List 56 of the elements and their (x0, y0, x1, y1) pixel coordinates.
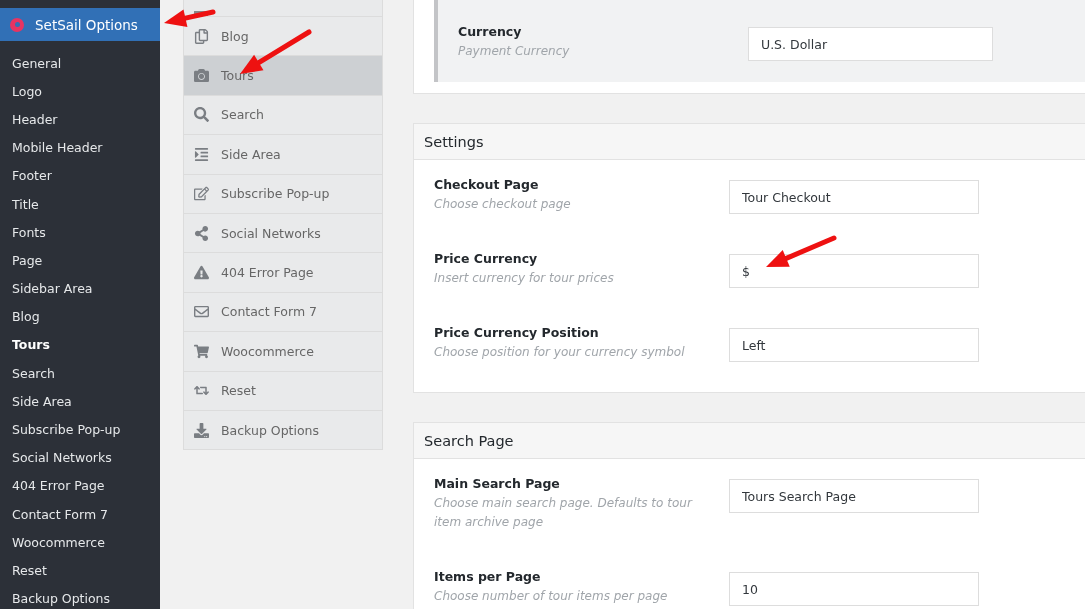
indent-icon (194, 146, 209, 162)
menu-item[interactable]: Backup Options (0, 584, 160, 609)
menu-item[interactable]: Side Area (0, 387, 160, 416)
menu-item[interactable]: Fonts (0, 218, 160, 247)
logo-icon (10, 17, 24, 32)
section-title: Search Page (414, 423, 1085, 459)
annotation-arrow (766, 235, 837, 267)
menu-header[interactable]: SetSail Options (0, 8, 160, 41)
menu-title: SetSail Options (35, 16, 138, 33)
menu-item[interactable]: Search (0, 359, 160, 388)
menu-item[interactable]: Contact Form 7 (0, 500, 160, 529)
field-description: Choose position for your currency symbol (434, 344, 686, 361)
field-description: Choose checkout page (434, 196, 572, 213)
menu-item[interactable]: Header (0, 105, 160, 134)
field-label: Checkout Page (434, 177, 540, 192)
input-field[interactable]: Tour Checkout (729, 180, 979, 214)
field-description: Insert currency for tour prices (434, 270, 615, 287)
envelope-icon (194, 304, 209, 320)
field-label: Main Search Page (434, 476, 561, 491)
menu-item[interactable]: Title (0, 189, 160, 219)
annotation-arrow (164, 9, 216, 27)
field-label: Price Currency Position (434, 325, 600, 340)
menu-item[interactable]: Footer (0, 161, 160, 190)
options-tab[interactable]: Tours (184, 56, 382, 96)
menu-item[interactable]: 404 Error Page (0, 471, 160, 500)
download-icon (194, 422, 209, 438)
menu-item[interactable]: Subscribe Pop-up (0, 415, 160, 444)
menu-item[interactable]: Social Networks (0, 443, 160, 472)
cart-icon (194, 343, 209, 359)
menu-item[interactable]: Sidebar Area (0, 274, 160, 303)
copy-icon (194, 28, 209, 44)
camera-icon (194, 68, 209, 84)
input-field[interactable]: Left (729, 328, 979, 362)
menu-item[interactable]: Logo (0, 77, 160, 106)
input-field[interactable]: $ (729, 254, 979, 288)
search-icon (194, 107, 209, 123)
menu-item[interactable]: Reset (0, 556, 160, 585)
input-field[interactable]: U.S. Dollar (748, 27, 993, 61)
menu-item[interactable]: Mobile Header (0, 133, 160, 162)
menu-item[interactable]: Tours (0, 330, 160, 360)
field-description: Payment Currency (458, 43, 571, 60)
menu-item[interactable]: General (0, 49, 160, 78)
field-description: Choose number of tour items per page (434, 588, 669, 605)
section-title: Settings (414, 124, 1085, 160)
menu-item[interactable]: Page (0, 246, 160, 275)
menu-item[interactable]: Woocommerce (0, 528, 160, 557)
field-label: Currency (458, 24, 523, 39)
menu-item[interactable]: Blog (0, 302, 160, 331)
edit-icon (194, 186, 209, 202)
input-field[interactable]: Tours Search Page (729, 479, 979, 513)
field-label: Price Currency (434, 251, 539, 266)
share-icon (194, 225, 209, 241)
field-description: Choose main search page. Defaults to tour item archive page (434, 495, 694, 531)
input-field[interactable]: 10 (729, 572, 979, 606)
warning-icon (194, 265, 209, 281)
field-label: Items per Page (434, 569, 542, 584)
